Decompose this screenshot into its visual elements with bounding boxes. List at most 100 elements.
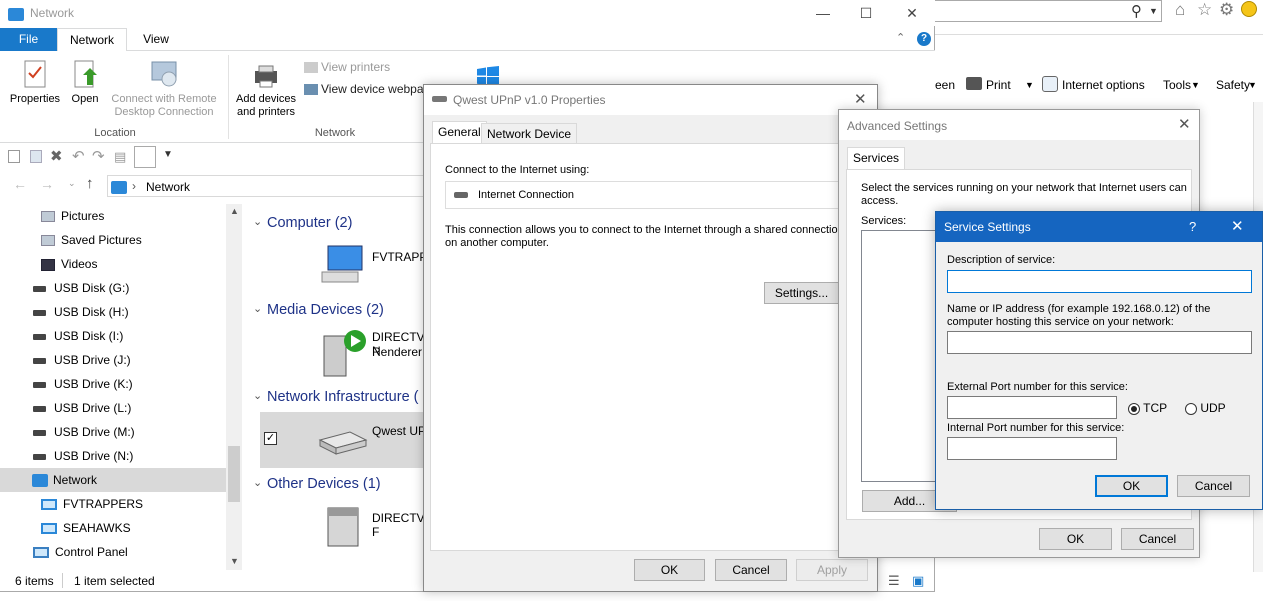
browser-address-box[interactable]: ⚲ ▼: [935, 0, 1162, 22]
selected-device-tile[interactable]: ✓ Qwest UP: [260, 412, 430, 468]
favorites-star-icon[interactable]: ☆: [1197, 0, 1212, 20]
customize-qat-icon[interactable]: ▼: [163, 149, 173, 160]
collapse-ribbon-icon[interactable]: ⌃: [896, 31, 905, 44]
gear-icon[interactable]: ⚙: [1219, 0, 1234, 20]
qat-box[interactable]: [134, 146, 156, 168]
nav-item-fvtrappers[interactable]: FVTRAPPERS: [0, 492, 226, 516]
tools-menu[interactable]: Tools: [1163, 78, 1191, 92]
tab-view[interactable]: View: [130, 28, 182, 51]
screen-button[interactable]: een: [935, 78, 955, 92]
details-view-icon[interactable]: ☰: [888, 573, 900, 589]
chevron-down-icon[interactable]: ▼: [1149, 6, 1158, 16]
help-icon[interactable]: ?: [917, 32, 931, 46]
remote-desktop-button[interactable]: Connect with Remote Desktop Connection: [106, 59, 222, 119]
apply-button[interactable]: Apply: [796, 559, 868, 581]
open-button[interactable]: Open: [66, 59, 104, 106]
cancel-button[interactable]: Cancel: [715, 559, 787, 581]
close-button[interactable]: ✕: [1231, 217, 1244, 235]
tab-general[interactable]: General: [432, 121, 487, 144]
close-button[interactable]: ✕: [889, 2, 935, 24]
properties-small-icon[interactable]: [8, 150, 20, 163]
media-item-label-2[interactable]: Renderer: [372, 345, 422, 359]
host-input[interactable]: [947, 331, 1252, 354]
view-device-webpage-button[interactable]: View device webpag: [304, 82, 430, 96]
nav-item-usb-j[interactable]: USB Drive (J:): [0, 348, 226, 372]
chevron-down-icon[interactable]: ⌄: [253, 476, 262, 489]
settings-button[interactable]: Settings...: [764, 282, 839, 304]
tools-chevron-icon[interactable]: ▼: [1191, 80, 1200, 90]
close-button[interactable]: ✕: [854, 90, 867, 108]
tab-network[interactable]: Network: [57, 28, 127, 52]
tcp-radio[interactable]: TCP: [1128, 401, 1167, 415]
scroll-down-icon[interactable]: ▼: [230, 556, 239, 566]
tab-file[interactable]: File: [0, 28, 57, 51]
nav-item-pictures[interactable]: Pictures: [0, 204, 226, 228]
scroll-up-icon[interactable]: ▲: [230, 206, 239, 216]
router-icon: [318, 431, 368, 455]
up-icon[interactable]: ↑: [86, 175, 94, 192]
help-button[interactable]: ?: [1189, 219, 1196, 234]
safety-chevron-icon[interactable]: ▼: [1248, 80, 1257, 90]
print-button[interactable]: Print: [986, 78, 1011, 92]
nav-item-videos[interactable]: Videos: [0, 252, 226, 276]
host-label-line-1: Name or IP address (for example 192.168.…: [947, 303, 1211, 315]
search-icon[interactable]: ⚲: [1131, 2, 1142, 20]
ok-button[interactable]: OK: [634, 559, 705, 581]
description-input[interactable]: [947, 270, 1252, 293]
other-item-label[interactable]: DIRECTV F: [372, 511, 430, 539]
nav-item-usb-h[interactable]: USB Disk (H:): [0, 300, 226, 324]
chevron-down-icon[interactable]: ⌄: [253, 389, 262, 402]
large-icons-view-icon[interactable]: ▣: [912, 573, 924, 589]
chevron-down-icon[interactable]: ⌄: [253, 215, 262, 228]
ok-button[interactable]: OK: [1095, 475, 1168, 497]
ok-button[interactable]: OK: [1039, 528, 1112, 550]
close-button[interactable]: ✕: [1178, 115, 1191, 133]
address-box[interactable]: › Network: [107, 175, 437, 197]
view-printers-button[interactable]: View printers: [304, 60, 390, 74]
maximize-button[interactable]: ☐: [843, 2, 889, 24]
breadcrumb-network[interactable]: Network: [146, 180, 190, 194]
chevron-down-icon[interactable]: ⌄: [253, 302, 262, 315]
nav-item-saved-pictures[interactable]: Saved Pictures: [0, 228, 226, 252]
redo-icon[interactable]: ↷: [92, 147, 105, 165]
cancel-button[interactable]: Cancel: [1177, 475, 1250, 497]
undo-icon[interactable]: ↶: [72, 147, 85, 165]
nav-item-network[interactable]: Network: [0, 468, 226, 492]
print-menu-chevron-icon[interactable]: ▼: [1025, 80, 1034, 90]
nav-scrollbar[interactable]: ▲ ▼: [226, 204, 242, 570]
cancel-button[interactable]: Cancel: [1121, 528, 1194, 550]
minimize-button[interactable]: —: [800, 2, 846, 24]
new-folder-icon[interactable]: [30, 150, 42, 163]
tab-services[interactable]: Services: [847, 147, 906, 170]
nav-item-usb-i[interactable]: USB Disk (I:): [0, 324, 226, 348]
add-devices-button[interactable]: Add devices and printers: [232, 63, 300, 119]
safety-menu[interactable]: Safety: [1216, 78, 1250, 92]
scroll-thumb[interactable]: [228, 446, 240, 502]
group-header-other[interactable]: Other Devices (1): [267, 476, 381, 492]
home-icon[interactable]: ⌂: [1175, 0, 1185, 20]
internet-options-button[interactable]: Internet options: [1062, 78, 1145, 92]
rename-icon[interactable]: ▤: [114, 149, 126, 165]
recent-locations-icon[interactable]: ⌄: [68, 178, 76, 189]
back-icon[interactable]: ←: [13, 176, 27, 192]
nav-item-usb-n[interactable]: USB Drive (N:): [0, 444, 226, 468]
services-list[interactable]: [861, 230, 941, 482]
tab-network-device[interactable]: Network Device: [481, 123, 578, 144]
delete-icon[interactable]: ✖: [50, 147, 63, 165]
nav-item-usb-m[interactable]: USB Drive (M:): [0, 420, 226, 444]
udp-radio[interactable]: UDP: [1185, 401, 1226, 415]
nav-item-usb-g[interactable]: USB Disk (G:): [0, 276, 226, 300]
nav-item-seahawks[interactable]: SEAHAWKS: [0, 516, 226, 540]
nav-item-usb-k[interactable]: USB Drive (K:): [0, 372, 226, 396]
nav-item-usb-l[interactable]: USB Drive (L:): [0, 396, 226, 420]
group-header-infrastructure[interactable]: Network Infrastructure (: [267, 389, 419, 405]
group-header-computer[interactable]: Computer (2): [267, 215, 352, 231]
internal-port-input[interactable]: [947, 437, 1117, 460]
external-port-input[interactable]: [947, 396, 1117, 419]
smiley-feedback-icon[interactable]: [1241, 1, 1257, 17]
properties-button[interactable]: Properties: [6, 59, 64, 106]
nav-item-control-panel[interactable]: Control Panel: [0, 540, 226, 564]
group-header-media[interactable]: Media Devices (2): [267, 302, 384, 318]
checkbox-icon[interactable]: ✓: [264, 432, 277, 445]
forward-icon[interactable]: →: [40, 176, 54, 192]
